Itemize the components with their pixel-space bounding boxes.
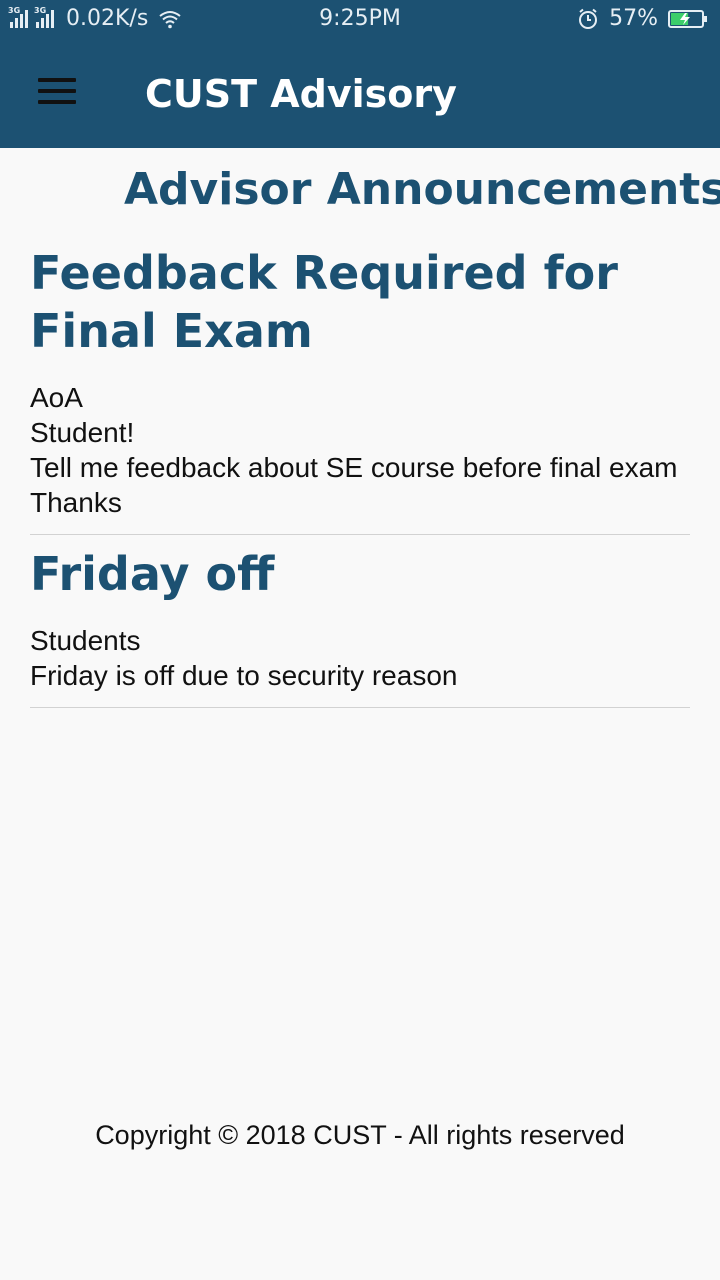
announcement-body: AoA Student! Tell me feedback about SE c… [30, 380, 690, 520]
footer-copyright: Copyright © 2018 CUST - All rights reser… [95, 1120, 625, 1150]
announcement-title: Feedback Required for Final Exam [30, 246, 618, 358]
status-bar: 3G 3G 0.02K/s 9:25PM 57% [0, 0, 720, 38]
announcement-line: Thanks [30, 487, 122, 518]
announcement-line: Students [30, 625, 141, 656]
announcement-line: Friday is off due to security reason [30, 660, 458, 691]
announcement-item: Feedback Required for Final Exam AoA Stu… [30, 244, 690, 535]
announcement-line: AoA [30, 382, 83, 413]
announcement-list: Feedback Required for Final Exam AoA Stu… [30, 244, 690, 718]
announcement-body: Students Friday is off due to security r… [30, 623, 690, 693]
app-bar: CUST Advisory [0, 38, 720, 148]
app-title: CUST Advisory [145, 72, 457, 116]
announcement-item: Friday off Students Friday is off due to… [30, 545, 690, 708]
status-right: 57% [577, 6, 708, 31]
announcement-title: Friday off [30, 547, 275, 601]
page-title: Advisor Announcements [124, 164, 720, 215]
announcement-line: Tell me feedback about SE course before … [30, 452, 678, 483]
battery-percent: 57% [609, 6, 658, 31]
alarm-icon [579, 8, 598, 29]
hamburger-menu-icon[interactable] [38, 78, 76, 106]
battery-icon [668, 9, 707, 28]
announcement-line: Student! [30, 417, 135, 448]
